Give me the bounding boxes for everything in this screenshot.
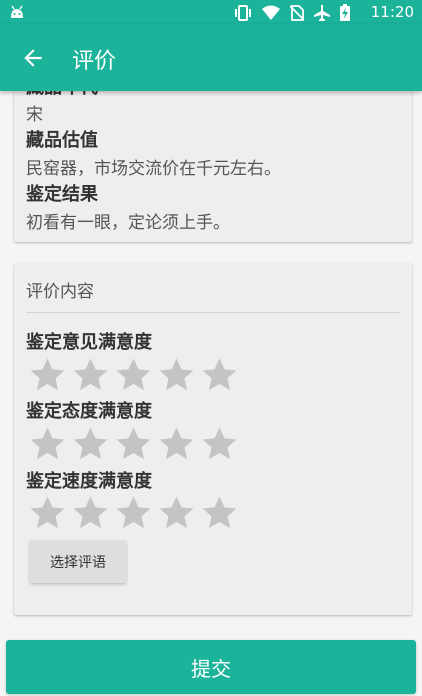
android-icon [9,4,25,23]
wifi-icon [262,5,280,24]
airplane-icon [314,4,330,25]
rating-card-title: 评价内容 [26,282,94,302]
submit-button[interactable]: 提交 [6,640,416,694]
status-time: 11:20 [370,3,414,21]
star-icon[interactable] [71,494,110,533]
star-icon[interactable] [114,494,153,533]
attitude-rating-label: 鉴定态度满意度 [26,401,152,422]
divider [26,312,400,313]
status-bar: 11:20 [0,0,422,24]
star-icon[interactable] [157,494,196,533]
star-icon[interactable] [157,356,196,395]
select-comment-button[interactable]: 选择评语 [30,541,126,583]
star-icon[interactable] [200,356,239,395]
star-icon[interactable] [114,356,153,395]
estimate-value: 民窑器，市场交流价在千元左右。 [26,159,281,179]
star-icon[interactable] [28,356,67,395]
scroll-content[interactable]: 藏品年代 宋 藏品估值 民窑器，市场交流价在千元左右。 鉴定结果 初看有一眼，定… [0,91,422,631]
appraisal-info-card: 藏品年代 宋 藏品估值 民窑器，市场交流价在千元左右。 鉴定结果 初看有一眼，定… [14,91,412,242]
vibrate-icon [234,4,252,25]
no-sim-icon [289,4,305,25]
result-value: 初看有一眼，定论须上手。 [26,213,230,233]
star-icon[interactable] [28,494,67,533]
app-bar: 评价 [0,24,422,91]
era-label: 藏品年代 [26,91,98,99]
back-arrow-icon[interactable] [20,45,46,71]
result-label: 鉴定结果 [26,184,98,205]
rating-card: 评价内容 鉴定意见满意度 鉴定态度满意度 鉴定速度满意度 选择评语 [14,263,412,615]
star-icon[interactable] [200,425,239,464]
star-icon[interactable] [157,425,196,464]
opinion-rating-label: 鉴定意见满意度 [26,332,152,353]
star-icon[interactable] [71,425,110,464]
opinion-star-rating[interactable] [28,356,239,395]
battery-icon [340,4,350,25]
estimate-label: 藏品估值 [26,130,98,151]
star-icon[interactable] [28,425,67,464]
star-icon[interactable] [71,356,110,395]
attitude-star-rating[interactable] [28,425,239,464]
star-icon[interactable] [114,425,153,464]
page-title: 评价 [72,49,117,74]
speed-star-rating[interactable] [28,494,239,533]
era-value: 宋 [26,105,43,125]
star-icon[interactable] [200,494,239,533]
speed-rating-label: 鉴定速度满意度 [26,471,152,492]
